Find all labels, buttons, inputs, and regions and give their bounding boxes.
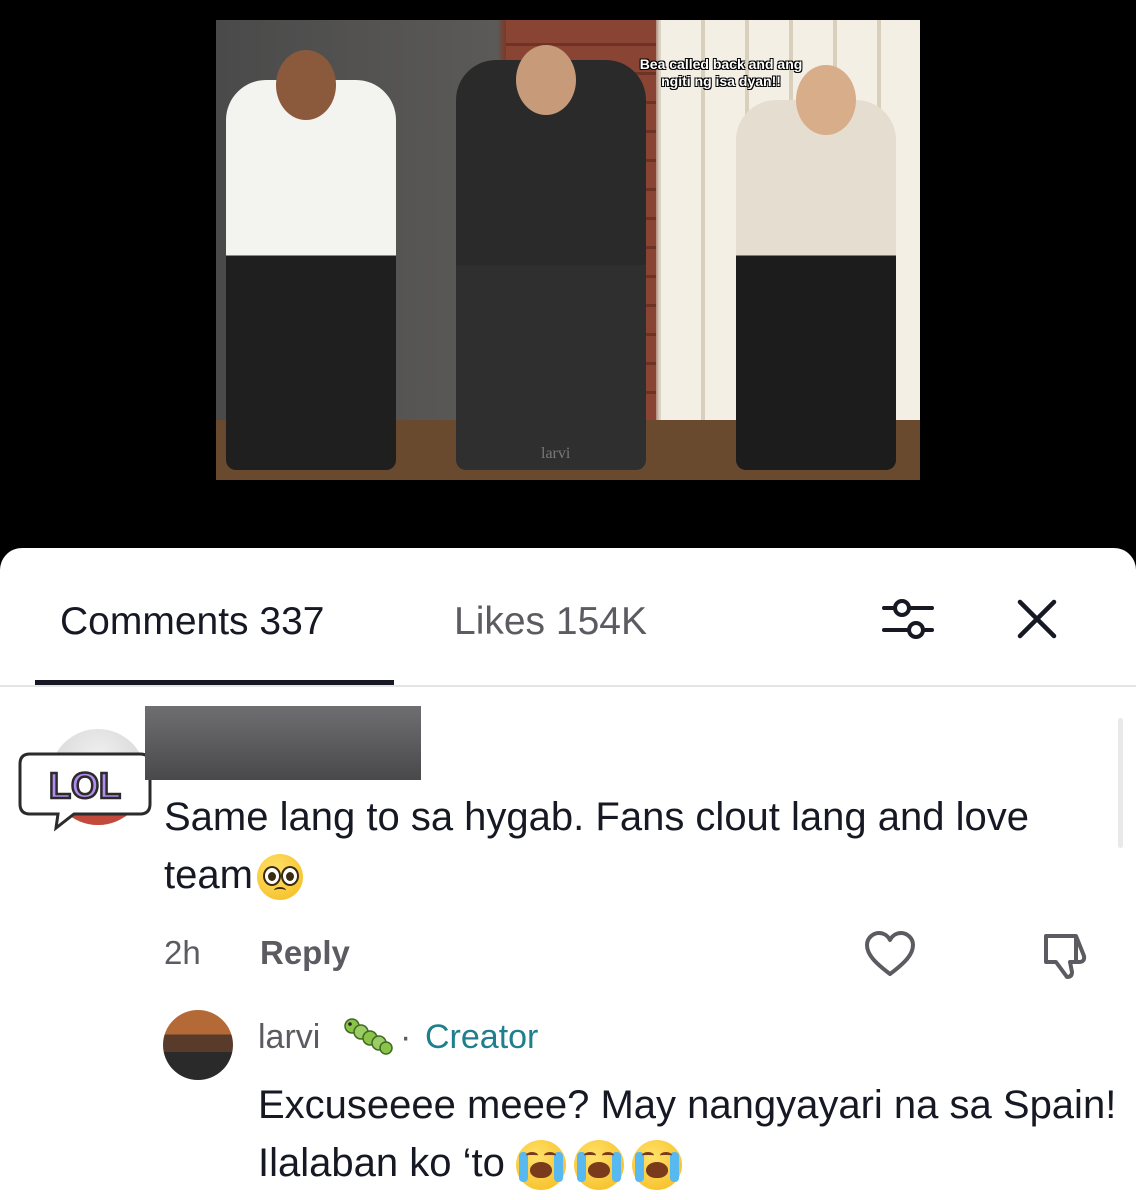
video-watermark: larvi	[541, 445, 571, 462]
person-left-head	[276, 50, 336, 120]
svg-text:LOL: LOL	[49, 765, 121, 806]
lol-sticker-icon: LOL	[18, 752, 152, 832]
separator-dot: ·	[400, 1018, 412, 1056]
person-left	[226, 80, 396, 470]
creator-avatar[interactable]	[163, 1010, 233, 1080]
reply-button[interactable]: Reply	[260, 934, 350, 972]
crying-face-icon	[631, 1140, 682, 1191]
sheet-tabs: Comments 337 Likes 154K	[0, 548, 1136, 686]
comment-body: Same lang to sa hygab. Fans clout lang a…	[164, 788, 1084, 904]
person-center-head	[516, 45, 576, 115]
video-frame[interactable]: Bea called back and ang ngiti ng isa dya…	[216, 20, 920, 480]
redacted-username	[145, 706, 421, 780]
video-caption: Bea called back and ang ngiti ng isa dya…	[639, 56, 803, 89]
reply-text: Excuseeee meee? May nangyayari na sa Spa…	[258, 1083, 1117, 1185]
video-player[interactable]: Bea called back and ang ngiti ng isa dya…	[0, 0, 1136, 560]
crying-face-icon	[573, 1140, 624, 1191]
tab-comments[interactable]: Comments 337	[60, 600, 324, 644]
reply-author[interactable]: larvi	[258, 1018, 320, 1057]
filter-icon[interactable]	[880, 596, 936, 642]
commenter-avatar[interactable]: LOL	[16, 724, 156, 844]
tabs-divider	[0, 685, 1136, 687]
comments-sheet: Comments 337 Likes 154K LOL Same lang to…	[0, 548, 1136, 1200]
creator-label: Creator	[425, 1018, 539, 1056]
close-icon[interactable]	[1014, 596, 1060, 642]
person-center	[456, 60, 646, 470]
worm-icon	[344, 1018, 393, 1055]
person-right	[736, 100, 896, 470]
dislike-icon[interactable]	[1040, 928, 1092, 980]
crying-face-icon	[515, 1140, 566, 1191]
pleading-face-icon	[256, 854, 303, 901]
heart-icon[interactable]	[864, 930, 916, 978]
comment-timestamp: 2h	[164, 934, 201, 971]
tab-likes[interactable]: Likes 154K	[454, 600, 647, 644]
reply-body: Excuseeee meee? May nangyayari na sa Spa…	[258, 1076, 1118, 1192]
scrollbar[interactable]	[1118, 718, 1123, 848]
